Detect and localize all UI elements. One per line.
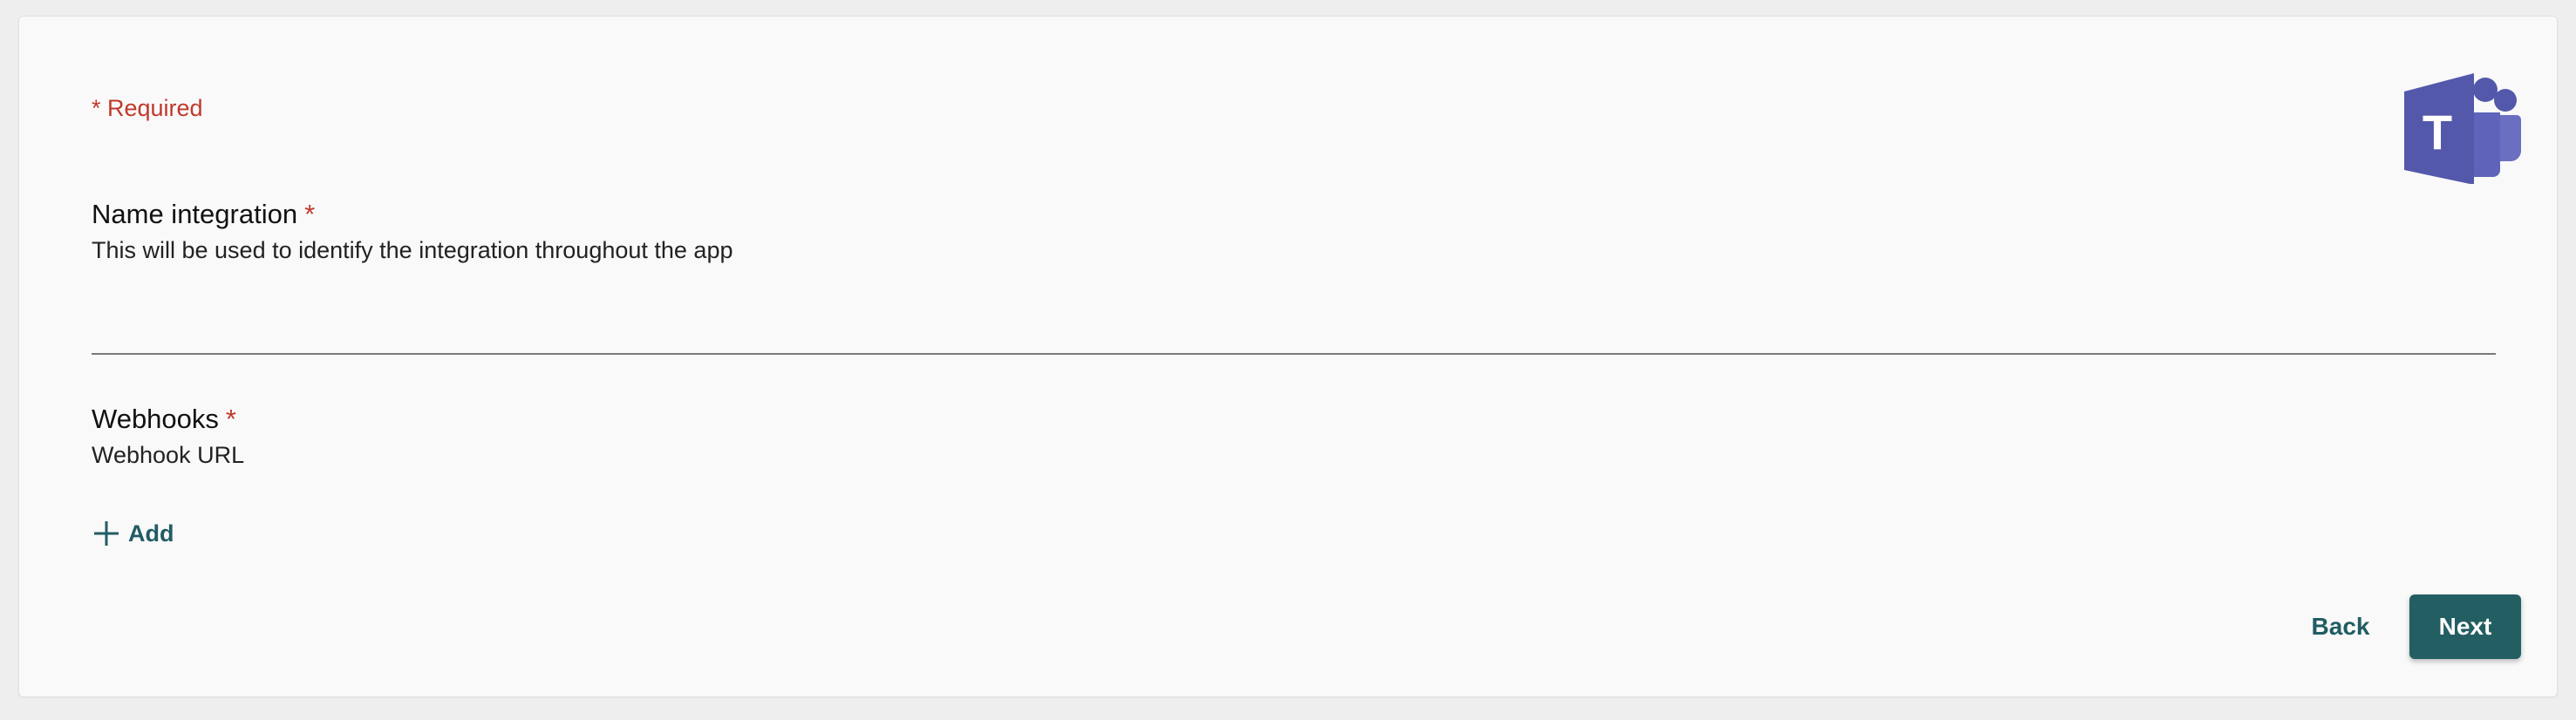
plus-icon — [93, 520, 119, 547]
required-note: * Required — [92, 95, 203, 121]
name-integration-input[interactable] — [92, 294, 2496, 355]
integration-form-card: * Required T Name integration * This will… — [18, 16, 2558, 697]
name-integration-title: Name integration * — [92, 200, 733, 228]
name-integration-description: This will be used to identify the integr… — [92, 237, 733, 263]
webhooks-label: Webhooks — [92, 404, 219, 434]
required-star: * — [304, 199, 316, 229]
required-star: * — [225, 404, 236, 434]
logo-letter: T — [2423, 105, 2452, 160]
webhook-url-label: Webhook URL — [92, 442, 245, 468]
name-integration-section: Name integration * This will be used to i… — [92, 200, 733, 262]
webhooks-section: Webhooks * Webhook URL — [92, 405, 244, 467]
microsoft-teams-logo-icon: T — [2401, 71, 2523, 185]
add-webhook-button[interactable]: Add — [83, 509, 184, 558]
name-integration-label: Name integration — [92, 199, 298, 229]
back-button[interactable]: Back — [2293, 594, 2388, 659]
webhooks-title: Webhooks * — [92, 405, 244, 432]
next-button[interactable]: Next — [2409, 594, 2521, 659]
add-webhook-label: Add — [128, 520, 174, 547]
